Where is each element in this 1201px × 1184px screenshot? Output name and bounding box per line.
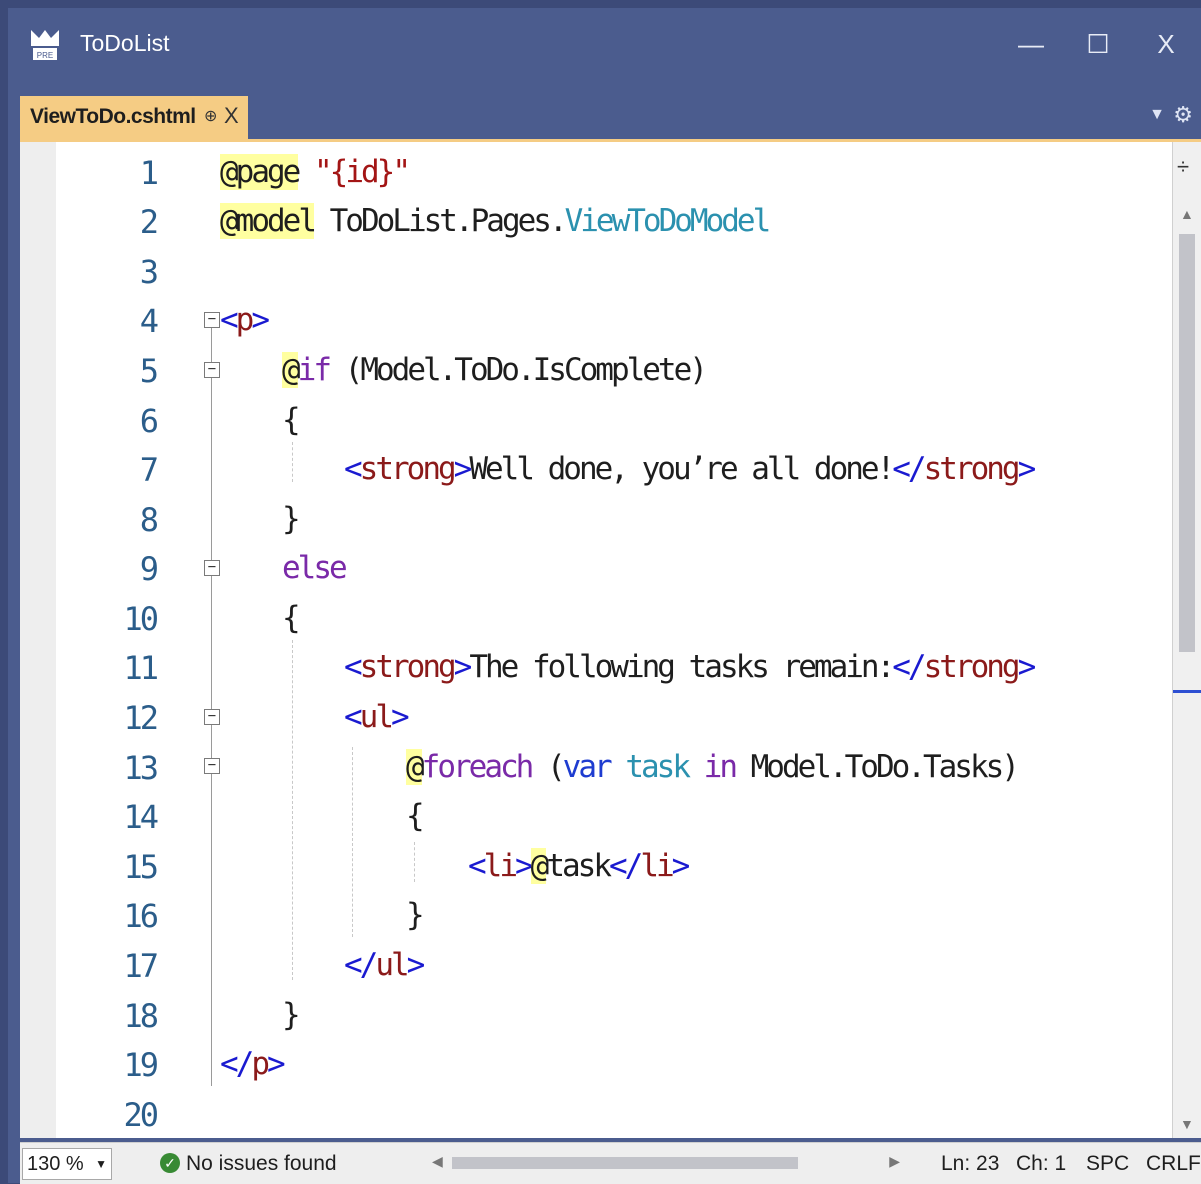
- app-window: PRE ToDoList — ☐ X ViewToDo.cshtml ⊕ X ▼…: [8, 8, 1201, 1184]
- code-line-4: <p>: [220, 302, 270, 338]
- maximize-button[interactable]: ☐: [1078, 26, 1118, 62]
- line-number: 16: [123, 897, 159, 935]
- code-line-11: <strong>The following tasks remain:</str…: [344, 649, 1036, 685]
- line-number: 17: [123, 947, 159, 985]
- collapse-icon[interactable]: −: [204, 362, 220, 378]
- fold-guide: [211, 326, 212, 1086]
- pin-icon[interactable]: ⊕: [204, 106, 217, 126]
- scroll-down-icon[interactable]: ▼: [1180, 1116, 1194, 1132]
- indent-guide: [352, 747, 353, 937]
- line-number: 10: [123, 600, 159, 638]
- horizontal-scroll-thumb[interactable]: [452, 1157, 798, 1169]
- line-number: 15: [123, 848, 159, 886]
- line-number: 12: [123, 699, 159, 737]
- tab-dropdown-icon[interactable]: ▼: [1149, 106, 1165, 124]
- code-line-6: {: [282, 402, 301, 438]
- tab-close-icon[interactable]: X: [224, 103, 239, 129]
- tab-strip: ViewToDo.cshtml ⊕ X ▼ ⚙: [8, 96, 1201, 143]
- scroll-thumb[interactable]: [1179, 234, 1195, 652]
- close-button[interactable]: X: [1146, 26, 1186, 62]
- line-number: 1: [139, 154, 159, 192]
- line-number: 4: [139, 302, 159, 340]
- code-line-7: <strong>Well done, you’re all done!</str…: [344, 451, 1036, 487]
- code-line-15: <li>@task</li>: [468, 848, 690, 884]
- code-line-17: </ul>: [344, 947, 425, 983]
- collapse-icon[interactable]: −: [204, 758, 220, 774]
- code-editor[interactable]: 1 2 3 4 5 6 7 8 9 10 11 12 13 14 15 16 1…: [20, 142, 1201, 1138]
- code-line-19: </p>: [220, 1046, 286, 1082]
- line-number: 9: [139, 550, 159, 588]
- zoom-value: 130 %: [27, 1153, 84, 1175]
- chevron-down-icon: ▼: [95, 1157, 107, 1171]
- caret-position-marker: [1173, 690, 1201, 693]
- status-bar: 130 % ▼ ✓ No issues found ◀ ▶ Ln: 23 Ch:…: [20, 1142, 1201, 1184]
- code-line-18: }: [282, 997, 301, 1033]
- line-number: 6: [139, 402, 159, 440]
- title-bar: PRE ToDoList — ☐ X: [8, 8, 1201, 82]
- code-line-5: @if (Model.ToDo.IsComplete): [282, 352, 708, 388]
- line-number: 5: [139, 352, 159, 390]
- code-line-16: }: [406, 897, 425, 933]
- line-number: 20: [123, 1096, 159, 1134]
- zoom-dropdown[interactable]: 130 % ▼: [22, 1148, 112, 1180]
- line-number: 2: [139, 203, 159, 241]
- scroll-up-icon[interactable]: ▲: [1180, 206, 1194, 222]
- line-number: 7: [139, 451, 159, 489]
- svg-text:PRE: PRE: [37, 51, 53, 60]
- column-indicator[interactable]: Ch: 1: [1016, 1152, 1066, 1176]
- line-number: 8: [139, 501, 159, 539]
- code-line-9: else: [282, 550, 348, 586]
- check-icon: ✓: [160, 1153, 180, 1173]
- code-line-2: @model ToDoList.Pages.ViewToDoModel: [220, 203, 771, 239]
- app-icon: PRE: [31, 30, 59, 60]
- split-editor-icon[interactable]: ÷: [1177, 154, 1189, 180]
- gear-icon[interactable]: ⚙: [1173, 102, 1193, 128]
- tab-label: ViewToDo.cshtml: [30, 105, 196, 128]
- line-number: 11: [123, 649, 159, 687]
- spacing-indicator[interactable]: SPC: [1086, 1152, 1129, 1176]
- line-number: 18: [123, 997, 159, 1035]
- line-number: 14: [123, 798, 159, 836]
- window-title: ToDoList: [80, 30, 170, 56]
- indent-guide: [292, 442, 293, 482]
- code-line-14: {: [406, 798, 425, 834]
- scroll-right-icon[interactable]: ▶: [889, 1153, 900, 1170]
- line-number: 3: [139, 253, 159, 291]
- code-line-10: {: [282, 600, 301, 636]
- code-line-8: }: [282, 501, 301, 537]
- tab-viewtodo[interactable]: ViewToDo.cshtml ⊕ X: [20, 96, 248, 143]
- horizontal-scrollbar[interactable]: ◀ ▶: [432, 1151, 900, 1175]
- issues-status[interactable]: No issues found: [186, 1152, 337, 1176]
- code-line-1: @page "{id}": [220, 154, 411, 190]
- minimize-button[interactable]: —: [1011, 26, 1051, 62]
- line-ending-indicator[interactable]: CRLF: [1146, 1152, 1201, 1176]
- scroll-left-icon[interactable]: ◀: [432, 1153, 443, 1170]
- indent-guide: [414, 842, 415, 882]
- line-indicator[interactable]: Ln: 23: [941, 1152, 999, 1176]
- line-number: 13: [123, 749, 159, 787]
- collapse-icon[interactable]: −: [204, 709, 220, 725]
- vertical-scrollbar[interactable]: ÷ ▲ ▼: [1172, 142, 1201, 1138]
- indicator-margin: [20, 142, 56, 1138]
- code-line-13: @foreach (var task in Model.ToDo.Tasks): [406, 749, 1020, 785]
- indent-guide: [292, 640, 293, 980]
- collapse-icon[interactable]: −: [204, 312, 220, 328]
- code-line-12: <ul>: [344, 699, 410, 735]
- collapse-icon[interactable]: −: [204, 560, 220, 576]
- line-number: 19: [123, 1046, 159, 1084]
